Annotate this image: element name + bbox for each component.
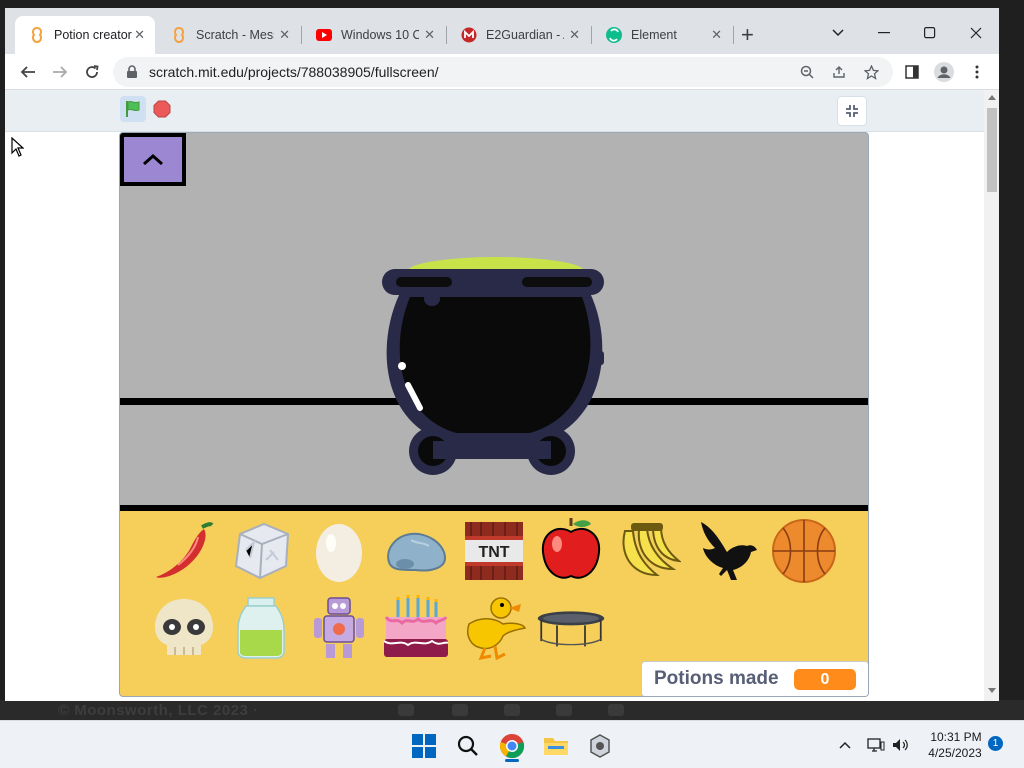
tab-separator <box>733 26 734 44</box>
close-tab-icon[interactable]: ✕ <box>279 27 290 43</box>
scratch-cat-icon <box>171 27 187 43</box>
instagram-icon <box>556 704 572 716</box>
tab-strip: Potion creator ✕ Scratch - Mess ✕ Window… <box>5 8 999 54</box>
browser-toolbar: scratch.mit.edu/projects/788038905/fulls… <box>5 54 999 90</box>
footer-copyright-text: © Moonsworth, LLC 2023 · <box>58 702 259 719</box>
red-apple-ingredient[interactable] <box>536 516 606 586</box>
new-tab-button[interactable]: + <box>741 24 754 46</box>
tab-title: Scratch - Mess <box>196 28 274 42</box>
address-bar[interactable]: scratch.mit.edu/projects/788038905/fulls… <box>113 57 893 87</box>
url-text: scratch.mit.edu/projects/788038905/fulls… <box>149 64 439 80</box>
black-bird-ingredient[interactable] <box>691 516 761 586</box>
skull-ingredient[interactable] <box>149 593 219 663</box>
tab-potion-creator[interactable]: Potion creator ✕ <box>15 16 155 54</box>
minimize-button[interactable] <box>861 18 907 48</box>
bookmark-star-icon[interactable] <box>861 62 881 82</box>
browser-window: Potion creator ✕ Scratch - Mess ✕ Window… <box>5 8 999 701</box>
notification-badge[interactable]: 1 <box>988 736 1003 751</box>
cauldron-sprite[interactable] <box>378 253 618 478</box>
potions-made-value: 0 <box>794 669 856 690</box>
chili-pepper-ingredient[interactable] <box>149 516 219 586</box>
back-button[interactable] <box>14 58 42 86</box>
tab-title: Element <box>631 28 677 42</box>
scratch-stage[interactable]: TNT Potions made 0 <box>119 132 869 697</box>
exit-fullscreen-icon <box>846 105 858 117</box>
basketball-ingredient[interactable] <box>769 516 839 586</box>
forward-button[interactable] <box>46 58 74 86</box>
svg-text:TNT: TNT <box>478 544 509 561</box>
tab-youtube-windows10[interactable]: Windows 10 C ✕ <box>302 16 445 54</box>
tnt-block-ingredient[interactable]: TNT <box>459 516 529 586</box>
search-icon[interactable] <box>451 729 485 763</box>
egg-ingredient[interactable] <box>304 516 374 586</box>
tiktok-icon <box>504 704 520 716</box>
close-tab-icon[interactable]: ✕ <box>711 27 722 43</box>
rock-ingredient[interactable] <box>381 516 451 586</box>
tab-title: E2Guardian - A <box>486 28 564 42</box>
scroll-up-arrow-icon[interactable] <box>988 95 996 100</box>
tab-element[interactable]: Element ✕ <box>592 16 732 54</box>
page-content: TNT Potions made 0 <box>5 90 999 701</box>
tab-e2guardian[interactable]: E2Guardian - A ✕ <box>447 16 590 54</box>
stop-button[interactable] <box>153 100 171 118</box>
scratch-cat-icon <box>29 27 45 43</box>
scratch-controls-bar <box>5 90 984 132</box>
menu-toggle-button[interactable] <box>120 133 186 186</box>
reload-button[interactable] <box>78 58 106 86</box>
bananas-ingredient[interactable] <box>614 516 684 586</box>
potions-made-label: Potions made <box>654 668 779 689</box>
birthday-cake-ingredient[interactable] <box>381 593 451 663</box>
windows-taskbar <box>0 720 1024 768</box>
chrome-icon[interactable] <box>495 729 529 763</box>
side-panel-icon[interactable] <box>901 61 923 83</box>
exit-fullscreen-button[interactable] <box>837 96 867 126</box>
tab-title: Windows 10 C <box>341 28 419 42</box>
close-tab-icon[interactable]: ✕ <box>134 27 145 43</box>
settings-app-icon[interactable] <box>583 729 617 763</box>
close-tab-icon[interactable]: ✕ <box>424 27 435 43</box>
green-potion-jar-ingredient[interactable] <box>226 593 296 663</box>
youtube-icon <box>316 27 332 43</box>
green-flag-button[interactable] <box>120 96 146 122</box>
ice-cube-ingredient[interactable] <box>226 516 296 586</box>
close-window-button[interactable] <box>953 18 999 48</box>
maximize-button[interactable] <box>907 18 953 48</box>
mouse-cursor-icon <box>11 137 24 157</box>
share-icon[interactable] <box>829 62 849 82</box>
more-menu-icon[interactable] <box>966 61 988 83</box>
scrollbar-thumb[interactable] <box>987 108 997 192</box>
file-explorer-icon[interactable] <box>539 729 573 763</box>
close-tab-icon[interactable]: ✕ <box>569 27 580 43</box>
robot-ingredient[interactable] <box>304 593 374 663</box>
telegram-icon <box>608 704 624 716</box>
taskbar-clock-date[interactable]: 4/25/2023 <box>920 746 990 760</box>
potions-made-monitor: Potions made 0 <box>641 661 868 696</box>
active-app-indicator <box>505 759 519 762</box>
trampoline-ingredient[interactable] <box>536 593 606 663</box>
taskbar-clock-time[interactable]: 10:31 PM <box>926 730 986 744</box>
scroll-down-arrow-icon[interactable] <box>988 688 996 693</box>
element-icon <box>606 27 622 43</box>
tab-scratch-messages[interactable]: Scratch - Mess ✕ <box>157 16 300 54</box>
e2guardian-icon <box>461 27 477 43</box>
volume-icon[interactable] <box>892 737 910 753</box>
twitter-icon <box>398 704 414 716</box>
profile-avatar-icon[interactable] <box>933 61 955 83</box>
yellow-duck-ingredient[interactable] <box>459 593 529 663</box>
tab-title: Potion creator <box>54 28 132 42</box>
windows-start-icon[interactable] <box>407 729 441 763</box>
youtube-icon <box>452 704 468 716</box>
vertical-scrollbar[interactable] <box>984 90 999 701</box>
show-hidden-icons-chevron-icon[interactable] <box>836 737 854 753</box>
zoom-icon[interactable] <box>797 62 817 82</box>
tab-search-chevron-icon[interactable] <box>815 18 861 48</box>
caret-up-icon <box>143 153 163 165</box>
lock-icon[interactable] <box>125 65 139 79</box>
network-icon[interactable] <box>867 737 885 753</box>
